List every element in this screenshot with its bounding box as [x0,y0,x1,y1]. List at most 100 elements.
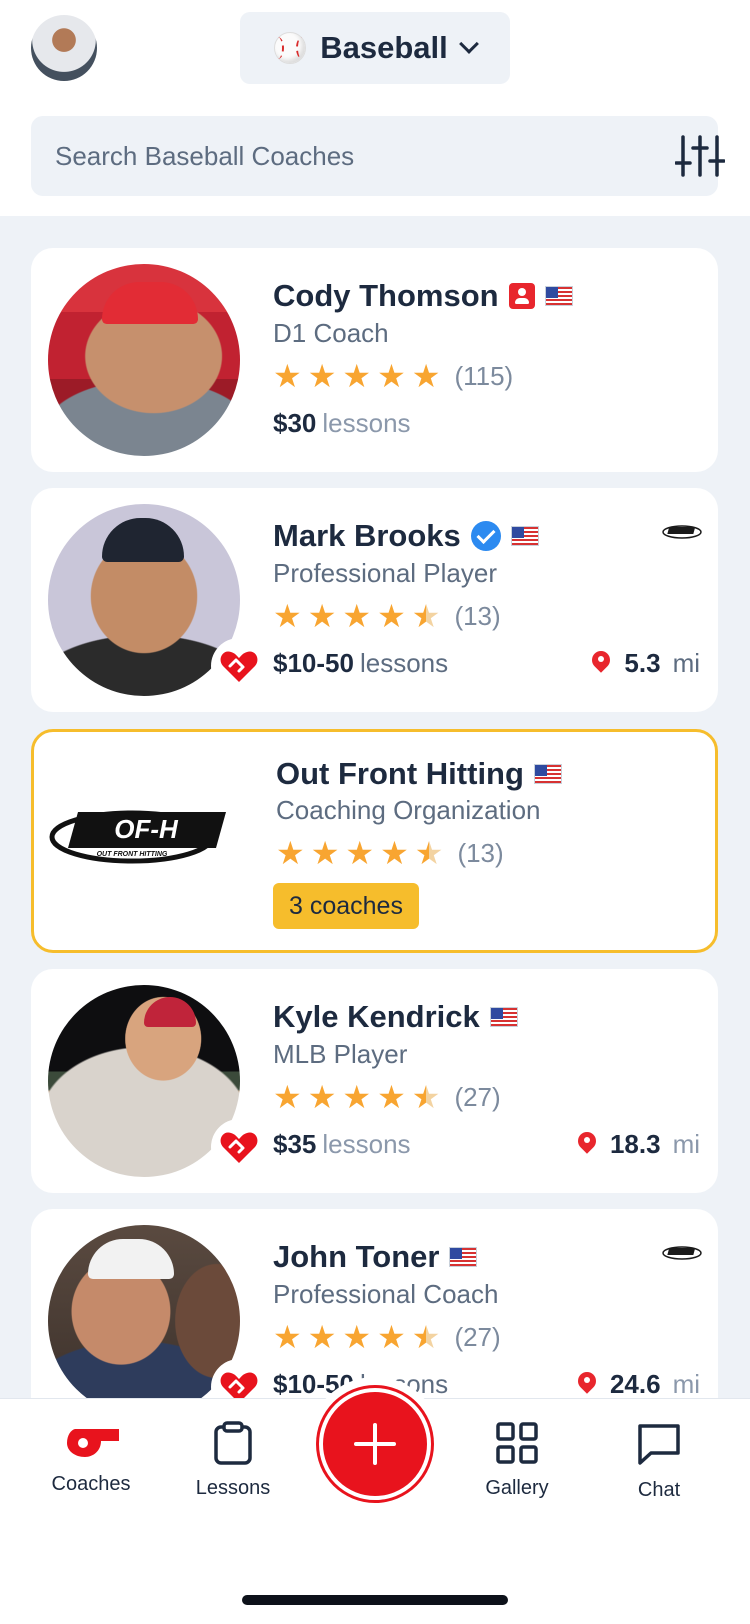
plus-icon [354,1423,396,1465]
tab-lessons[interactable]: Lessons [178,1421,288,1500]
sport-label: Baseball [320,30,448,65]
coach-name: John Toner [273,1239,440,1274]
star-icon: ★ [380,835,409,871]
tab-label: Gallery [485,1477,549,1499]
coach-name-row: Kyle Kendrick [273,999,518,1035]
tab-label: Lessons [195,1477,271,1499]
coach-name: Kyle Kendrick [273,999,480,1034]
review-count: (115) [454,360,514,391]
org-name: Out Front Hitting [276,756,524,791]
half-star-icon: ★ [411,1319,441,1355]
star-icon: ★ [307,598,337,634]
star-icon: ★ [310,835,340,871]
svg-text:OF-H: OF-H [114,814,179,844]
distance-value: 18.3 [609,1129,661,1159]
review-count: (27) [454,1321,501,1352]
price: $30 [273,408,317,438]
filter-sliders-icon[interactable] [675,134,725,178]
org-role: Coaching Organization [276,795,541,825]
tab-gallery[interactable]: Gallery [462,1421,572,1500]
star-icon: ★ [276,835,305,871]
add-button[interactable] [319,1388,431,1500]
out-front-hitting-logo-icon [662,1246,702,1260]
star-icon: ★ [273,358,302,394]
coach-name-row: John Toner [273,1239,478,1275]
review-count: (27) [454,1081,501,1112]
tab-label: Coaches [51,1473,131,1495]
home-indicator [242,1595,508,1605]
price-suffix: lessons [322,1129,411,1159]
us-flag-icon [449,1247,478,1267]
star-icon: ★ [307,358,337,394]
heart-handshake-icon [220,651,258,682]
us-flag-icon [533,764,562,784]
price-row: $35 lessons [273,1129,411,1160]
half-star-icon: ★ [411,1079,441,1115]
star-icon: ★ [377,598,406,634]
clipboard-icon [214,1421,252,1465]
coach-card[interactable]: Cody Thomson D1 Coach ★ ★ ★ ★ ★ (115) $3… [31,248,718,472]
coach-name-row: Cody Thomson [273,278,573,314]
tab-coaches[interactable]: Coaches [36,1421,146,1496]
price-row: $30 lessons [273,408,411,439]
user-avatar[interactable] [31,15,97,81]
org-name-row: Out Front Hitting [276,756,562,792]
rating-stars: ★ ★ ★ ★ ★ (27) [273,1081,501,1113]
coach-role: Professional Coach [273,1279,499,1309]
star-icon: ★ [342,1079,372,1115]
distance-unit: mi [672,1369,700,1399]
top-header: Baseball [0,0,750,216]
star-icon: ★ [273,1319,302,1355]
organization-card[interactable]: OF-H OUT FRONT HITTING Out Front Hitting… [31,729,718,953]
star-icon: ★ [307,1319,337,1355]
distance-row: 18.3 mi [576,1129,700,1160]
coach-role: D1 Coach [273,318,389,348]
us-flag-icon [489,1007,518,1027]
coach-role: Professional Player [273,558,497,588]
location-pin-icon [590,651,612,677]
add-button-wrap [308,1377,442,1511]
coach-name: Mark Brooks [273,518,461,553]
half-star-icon: ★ [411,598,441,634]
star-icon: ★ [377,358,406,394]
favorite-heart-badge[interactable] [211,1119,267,1175]
search-bar [31,116,725,196]
rating-stars: ★ ★ ★ ★ ★ (13) [276,837,504,869]
us-flag-icon [510,526,539,546]
chat-icon [638,1424,680,1465]
out-front-hitting-logo: OF-H OUT FRONT HITTING [49,810,226,864]
sport-selector[interactable]: Baseball [240,12,510,84]
tab-label: Chat [637,1479,681,1501]
star-icon: ★ [342,1319,372,1355]
verified-check-icon [470,521,501,551]
star-icon: ★ [273,598,302,634]
favorite-heart-badge[interactable] [211,638,267,694]
rating-stars: ★ ★ ★ ★ ★ (27) [273,1321,501,1353]
coach-name-row: Mark Brooks [273,518,539,554]
price-suffix: lessons [322,408,411,438]
coaches-count-badge: 3 coaches [273,883,419,929]
out-front-hitting-logo-icon [662,525,702,539]
star-icon: ★ [345,835,375,871]
coach-card[interactable]: Mark Brooks Professional Player ★ ★ ★ ★ … [31,488,718,712]
baseball-icon [274,32,307,64]
bottom-tab-bar: Coaches Lessons Gallery Chat [0,1377,750,1624]
star-icon: ★ [342,598,372,634]
distance-unit: mi [672,648,700,678]
price-suffix: lessons [359,648,449,678]
rating-stars: ★ ★ ★ ★ ★ (115) [273,360,513,392]
review-count: (13) [454,600,501,631]
star-icon: ★ [307,1079,337,1115]
coach-role: MLB Player [273,1039,408,1069]
distance-value: 5.3 [624,648,661,678]
star-icon: ★ [273,1079,302,1115]
distance-value: 24.6 [609,1369,661,1399]
tab-chat[interactable]: Chat [604,1421,714,1502]
star-icon: ★ [411,358,441,394]
search-input[interactable] [55,116,615,196]
price: $10-50 [273,648,354,678]
star-icon: ★ [342,358,372,394]
rating-stars: ★ ★ ★ ★ ★ (13) [273,600,501,632]
price: $35 [273,1129,317,1159]
coach-card[interactable]: Kyle Kendrick MLB Player ★ ★ ★ ★ ★ (27) … [31,969,718,1193]
